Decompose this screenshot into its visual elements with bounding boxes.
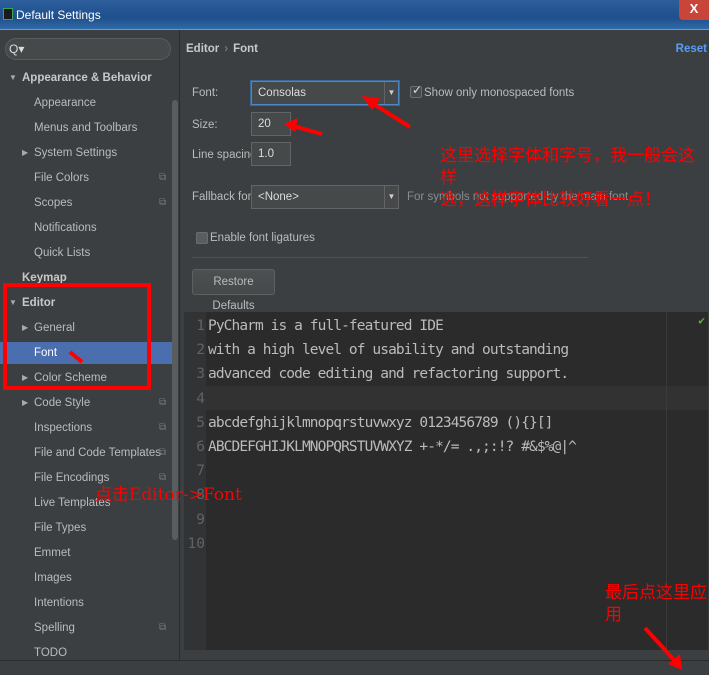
sidebar-item-scopes[interactable]: Scopes ⧉ bbox=[0, 192, 178, 214]
preview-line: advanced code editing and refactoring su… bbox=[208, 366, 569, 383]
breadcrumb-font: Font bbox=[233, 43, 258, 55]
annotation-apply-note: 最后点这里应 用 bbox=[605, 582, 707, 626]
annotation-apply-note-line2: 用 bbox=[605, 605, 622, 625]
breadcrumb-editor: Editor bbox=[186, 43, 220, 55]
sidebar-item-label: Scopes bbox=[34, 197, 73, 209]
sidebar-item-file-colors[interactable]: File Colors ⧉ bbox=[0, 167, 178, 189]
sidebar-item-quick-lists[interactable]: Quick Lists bbox=[0, 242, 178, 264]
sidebar-item-notifications[interactable]: Notifications bbox=[0, 217, 178, 239]
chevron-down-icon: ▼ bbox=[384, 186, 398, 208]
fallback-font-select[interactable]: <None> ▼ bbox=[251, 185, 399, 209]
sidebar-item-label: Images bbox=[34, 572, 72, 584]
annotation-font-note-line2: 选，这样字体比较好看一点！ bbox=[440, 190, 661, 210]
sidebar-item-label: Spelling bbox=[34, 622, 75, 634]
sidebar-item-label: File and Code Templates bbox=[34, 447, 161, 459]
expand-arrow-icon[interactable]: ▼ bbox=[9, 67, 17, 89]
ligatures-checkbox[interactable] bbox=[196, 232, 208, 244]
restore-defaults-button[interactable]: Restore Defaults bbox=[192, 269, 275, 312]
close-button[interactable]: X bbox=[679, 0, 709, 20]
line-spacing-input[interactable]: 1.0 bbox=[251, 142, 291, 166]
divider bbox=[192, 257, 588, 258]
sidebar-item-emmet[interactable]: Emmet bbox=[0, 542, 178, 564]
chevron-down-icon: ▼ bbox=[384, 82, 398, 104]
annotation-highlight-box bbox=[3, 283, 151, 390]
checkmark-icon: ✓ bbox=[412, 83, 423, 97]
annotation-font-note-line1: 这里选择字体和字号，我一般会这样 bbox=[440, 146, 695, 188]
preview-line: abcdefghijklmnopqrstuvwxyz 0123456789 ()… bbox=[208, 414, 553, 431]
line-number: 2 bbox=[196, 342, 205, 359]
project-copy-icon: ⧉ bbox=[159, 397, 167, 408]
app-icon bbox=[3, 8, 13, 20]
sidebar-item-code-style[interactable]: ▶ Code Style ⧉ bbox=[0, 392, 178, 414]
line-spacing-label: Line spacing: bbox=[192, 149, 260, 161]
annotation-click-note: 点击Editor->Font bbox=[95, 485, 242, 505]
inspection-ok-icon: ✔ bbox=[698, 314, 705, 327]
line-number: 6 bbox=[196, 439, 205, 455]
preview-line: with a high level of usability and outst… bbox=[208, 342, 569, 359]
sidebar-item-label: Code Style bbox=[34, 397, 91, 409]
sidebar-item-file-and-code-templates[interactable]: File and Code Templates ⧉ bbox=[0, 442, 178, 464]
bottom-bar bbox=[0, 660, 709, 675]
sidebar-scrollbar[interactable] bbox=[172, 100, 178, 540]
size-label: Size: bbox=[192, 119, 218, 131]
fallback-font-value: <None> bbox=[258, 191, 299, 203]
annotation-apply-note-line1: 最后点这里应 bbox=[605, 583, 707, 603]
title-bar: Default Settings X bbox=[0, 0, 709, 30]
sidebar-item-appearance-behavior[interactable]: ▼ Appearance & Behavior bbox=[0, 67, 178, 89]
project-copy-icon: ⧉ bbox=[159, 422, 167, 433]
sidebar-item-label: System Settings bbox=[34, 147, 118, 159]
sidebar-item-label: Notifications bbox=[34, 222, 97, 234]
sidebar-item-label: Appearance bbox=[34, 97, 97, 109]
search-icon: Q▾ bbox=[9, 42, 25, 56]
font-select-value: Consolas bbox=[258, 87, 306, 99]
sidebar-item-inspections[interactable]: Inspections ⧉ bbox=[0, 417, 178, 439]
project-copy-icon: ⧉ bbox=[159, 197, 167, 208]
preview-line: ABCDEFGHIJKLMNOPQRSTUVWXYZ +-*/= .,;:!? … bbox=[208, 439, 577, 455]
ligatures-label: Enable font ligatures bbox=[210, 232, 315, 244]
line-number: 1 bbox=[196, 318, 205, 334]
sidebar-item-intentions[interactable]: Intentions bbox=[0, 592, 178, 614]
sidebar-item-spelling[interactable]: Spelling ⧉ bbox=[0, 617, 178, 639]
line-number: 4 bbox=[196, 390, 205, 407]
font-select[interactable]: Consolas ▼ bbox=[251, 81, 399, 105]
reset-link[interactable]: Reset bbox=[676, 43, 707, 55]
preview-line: PyCharm is a full-featured IDE bbox=[208, 318, 444, 334]
project-copy-icon: ⧉ bbox=[159, 447, 167, 458]
sidebar-item-images[interactable]: Images bbox=[0, 567, 178, 589]
sidebar-item-label: Emmet bbox=[34, 547, 71, 559]
sidebar-item-label: File Colors bbox=[34, 172, 89, 184]
sidebar-item-label: Inspections bbox=[34, 422, 93, 434]
collapse-arrow-icon[interactable]: ▶ bbox=[22, 142, 28, 164]
line-number: 5 bbox=[196, 414, 205, 431]
sidebar-item-appearance[interactable]: Appearance bbox=[0, 92, 178, 114]
caret-row-highlight bbox=[206, 386, 708, 410]
monospaced-checkbox[interactable]: ✓ bbox=[410, 83, 423, 98]
sidebar-item-label: Menus and Toolbars bbox=[34, 122, 138, 134]
line-number: 7 bbox=[196, 463, 205, 480]
breadcrumb: Editor › Font bbox=[186, 43, 258, 55]
search-input[interactable]: Q▾ bbox=[5, 38, 171, 60]
sidebar-item-menus-and-toolbars[interactable]: Menus and Toolbars bbox=[0, 117, 178, 139]
project-copy-icon: ⧉ bbox=[159, 172, 167, 183]
line-number: 10 bbox=[187, 535, 205, 552]
breadcrumb-separator: › bbox=[224, 43, 229, 55]
font-label: Font: bbox=[192, 87, 219, 99]
sidebar-item-system-settings[interactable]: ▶ System Settings bbox=[0, 142, 178, 164]
monospaced-label: Show only monospaced fonts bbox=[424, 87, 575, 99]
collapse-arrow-icon[interactable]: ▶ bbox=[22, 392, 28, 414]
project-copy-icon: ⧉ bbox=[159, 622, 167, 633]
size-input[interactable]: 20 bbox=[251, 112, 291, 136]
sidebar-item-label: Quick Lists bbox=[34, 247, 91, 259]
sidebar-item-file-types[interactable]: File Types bbox=[0, 517, 178, 539]
line-number: 3 bbox=[196, 366, 205, 383]
sidebar-item-label: Appearance & Behavior bbox=[22, 72, 152, 84]
sidebar-item-label: File Types bbox=[34, 522, 87, 534]
annotation-font-note: 这里选择字体和字号，我一般会这样 选，这样字体比较好看一点！ bbox=[440, 145, 709, 211]
window-title: Default Settings bbox=[16, 8, 101, 22]
sidebar-item-label: Intentions bbox=[34, 597, 84, 609]
line-number: 9 bbox=[196, 511, 205, 528]
